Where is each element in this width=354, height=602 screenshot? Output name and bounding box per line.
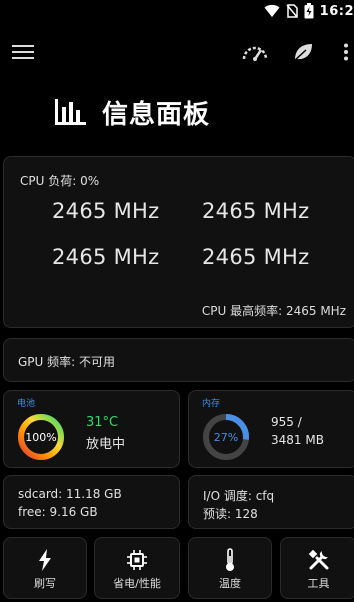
gpu-card[interactable]: GPU 频率: 不可用 — [3, 338, 354, 382]
sdcard-free: free: 9.16 GB — [18, 505, 98, 519]
gpu-frequency: GPU 频率: 不可用 — [18, 355, 115, 369]
battery-ring: 100% — [17, 413, 65, 461]
cpu-max-frequency: CPU 最高频率: 2465 MHz — [201, 304, 346, 318]
more-options-button[interactable] — [338, 38, 354, 66]
io-scheduler: I/O 调度: cfq — [203, 489, 275, 503]
thermometer-icon — [226, 548, 234, 571]
cpu-core-frequency: 2465 MHz — [202, 245, 310, 269]
no-sim-icon — [286, 4, 298, 18]
cpu-card[interactable]: CPU 负荷: 0% 2465 MHz 2465 MHz 2465 MHz 24… — [3, 156, 354, 328]
speedometer-icon — [242, 46, 268, 61]
status-icons: 16:2 — [264, 2, 354, 20]
memory-used: 955 / — [271, 415, 302, 429]
bar-chart-icon — [55, 99, 86, 125]
tools-tool-button[interactable]: 工具 — [280, 537, 354, 599]
battery-state: 放电中 — [86, 437, 126, 452]
battery-card[interactable]: 电池 100% 31°C 放电中 — [3, 390, 180, 468]
battery-percent: 100% — [25, 430, 57, 444]
io-readahead: 预读: 128 — [203, 507, 258, 521]
leaf-icon — [293, 44, 312, 62]
tool-label: 刷写 — [34, 577, 56, 590]
cpu-core-frequency: 2465 MHz — [52, 199, 160, 223]
power-performance-tool-button[interactable]: 省电/性能 — [94, 537, 180, 599]
flash-tool-button[interactable]: 刷写 — [3, 537, 87, 599]
power-save-button[interactable] — [289, 38, 317, 66]
app-toolbar — [0, 30, 354, 74]
cpu-load-label: CPU 负荷: 0% — [20, 174, 100, 188]
memory-percent: 27% — [213, 430, 239, 444]
menu-icon — [12, 45, 34, 59]
battery-label: 电池 — [17, 399, 36, 409]
flash-icon — [39, 549, 51, 571]
chip-icon — [127, 550, 147, 570]
cpu-core-frequency: 2465 MHz — [52, 245, 160, 269]
sdcard-size: sdcard: 11.18 GB — [18, 487, 122, 501]
tools-icon — [308, 549, 328, 570]
page-title: 信息面板 — [102, 99, 211, 130]
menu-button[interactable] — [9, 38, 37, 66]
tool-label: 省电/性能 — [113, 577, 161, 590]
tool-label: 温度 — [219, 577, 241, 590]
wifi-icon — [264, 4, 280, 17]
status-time: 16:2 — [319, 3, 354, 19]
performance-button[interactable] — [241, 38, 269, 66]
page-header: 信息面板 — [54, 92, 210, 132]
temperature-tool-button[interactable]: 温度 — [188, 537, 272, 599]
battery-status-icon — [304, 3, 314, 19]
more-vert-icon — [344, 43, 348, 61]
battery-temperature: 31°C — [86, 415, 119, 430]
memory-ring: 27% — [202, 413, 250, 461]
cpu-core-frequency: 2465 MHz — [202, 199, 310, 223]
storage-card[interactable]: sdcard: 11.18 GB free: 9.16 GB — [3, 475, 180, 529]
memory-total: 3481 MB — [271, 433, 324, 447]
tool-label: 工具 — [307, 577, 330, 590]
memory-card[interactable]: 内存 27% 955 / 3481 MB — [188, 390, 354, 468]
status-bar: 16:2 — [0, 0, 354, 22]
io-card[interactable]: I/O 调度: cfq 预读: 128 — [188, 475, 354, 529]
memory-label: 内存 — [202, 399, 221, 409]
